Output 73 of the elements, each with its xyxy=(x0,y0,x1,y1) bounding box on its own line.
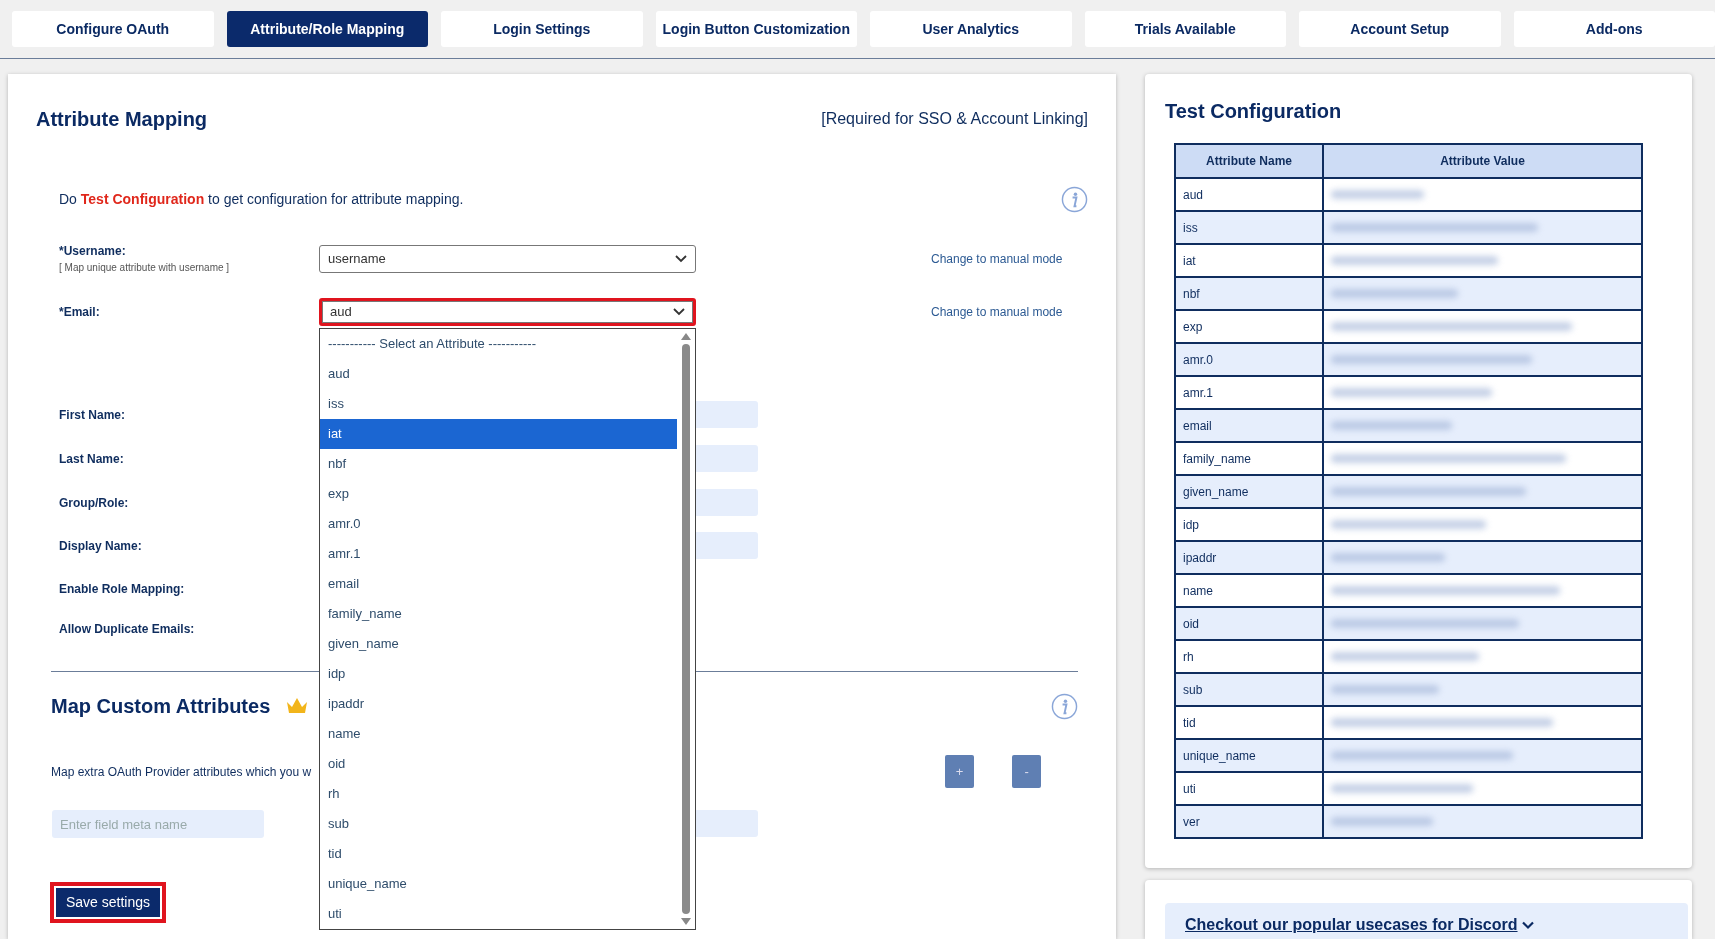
table-cell: iss xyxy=(1175,211,1323,244)
dropdown-option[interactable]: ipaddr xyxy=(320,689,677,719)
dropdown-option[interactable]: amr.1 xyxy=(320,539,677,569)
table-cell: given_name xyxy=(1175,475,1323,508)
manual-mode-link[interactable]: Change to manual mode xyxy=(759,305,1063,319)
dropdown-option[interactable]: rh xyxy=(320,779,677,809)
chevron-down-icon[interactable] xyxy=(1522,921,1534,931)
dropdown-option[interactable]: exp xyxy=(320,479,677,509)
field-label: *Email: xyxy=(59,304,101,321)
dropdown-option[interactable]: name xyxy=(320,719,677,749)
dropdown-option[interactable]: tid xyxy=(320,839,677,869)
table-cell: oid xyxy=(1175,607,1323,640)
input-field[interactable] xyxy=(694,810,758,837)
tab[interactable]: User Analytics xyxy=(870,11,1072,47)
dropdown-option[interactable]: family_name xyxy=(320,599,677,629)
save-button[interactable]: Save settings xyxy=(50,882,167,923)
tab[interactable]: Trials Available xyxy=(1084,11,1286,47)
dropdown-option[interactable]: unique_name xyxy=(320,869,677,899)
dropdown-option[interactable]: idp xyxy=(320,659,677,689)
chevron-down-icon xyxy=(675,254,687,263)
dropdown-option[interactable]: amr.0 xyxy=(320,509,677,539)
tab[interactable]: Login Button Customization xyxy=(655,11,857,47)
usecases-link[interactable]: Checkout our popular usecases for Discord xyxy=(1185,916,1518,933)
table-cell: ver xyxy=(1175,805,1323,838)
tab[interactable]: Login Settings xyxy=(441,11,643,47)
tab[interactable]: Attribute/Role Mapping xyxy=(226,11,428,47)
select-field[interactable]: aud xyxy=(319,298,696,326)
hint-text: Do Test Configuration to get configuration for attribute mapping. xyxy=(59,189,464,209)
dropdown-option[interactable]: uti xyxy=(320,899,677,929)
column-header: Attribute Value xyxy=(1323,144,1642,178)
dropdown-option[interactable]: iss xyxy=(320,389,677,419)
table-cell: ipaddr xyxy=(1175,541,1323,574)
column-header: Attribute Name xyxy=(1175,144,1323,178)
table-cell: email xyxy=(1175,409,1323,442)
dropdown-option[interactable]: aud xyxy=(320,359,677,389)
manual-mode-link[interactable]: Change to manual mode xyxy=(759,251,1063,266)
tab[interactable]: Account Setup xyxy=(1299,11,1501,47)
field-label: Last Name: xyxy=(59,450,125,468)
field-label: Allow Duplicate Emails: xyxy=(59,621,196,638)
chevron-down-icon xyxy=(673,308,685,316)
dropdown-option[interactable]: sub xyxy=(320,809,677,839)
section-title: Test Configuration xyxy=(1164,99,1343,124)
dropdown-option[interactable]: nbf xyxy=(320,449,677,479)
requirement-note: [Required for SSO & Account Linking] xyxy=(821,109,1088,129)
section-title: Attribute Mapping xyxy=(36,107,208,132)
field-label: Enable Role Mapping: xyxy=(59,581,186,598)
dropdown-option[interactable]: email xyxy=(320,569,677,599)
field-hint: [ Map unique attribute with username ] xyxy=(59,261,231,275)
field-label: First Name: xyxy=(59,406,127,424)
meta-name-field[interactable]: Enter field meta name xyxy=(52,810,264,838)
scroll-down-icon[interactable] xyxy=(680,918,692,926)
scrollbar-thumb[interactable] xyxy=(682,344,690,914)
section-title: Map Custom Attributes xyxy=(51,694,271,719)
table-cell: unique_name xyxy=(1175,739,1323,772)
dropdown-option[interactable]: iat xyxy=(320,419,677,449)
info-icon[interactable] xyxy=(1051,692,1078,720)
select-field[interactable]: username xyxy=(319,244,696,273)
table-cell: nbf xyxy=(1175,277,1323,310)
description-text: Map extra OAuth Provider attributes which you w xyxy=(51,763,312,781)
table-cell: sub xyxy=(1175,673,1323,706)
tab[interactable]: Configure OAuth xyxy=(12,11,214,47)
tab[interactable]: Add-ons xyxy=(1513,11,1715,47)
field-label: Group/Role: xyxy=(59,494,130,512)
info-icon[interactable] xyxy=(1061,185,1088,213)
table-cell: amr.0 xyxy=(1175,343,1323,376)
field-label: Display Name: xyxy=(59,537,143,555)
scroll-up-icon[interactable] xyxy=(680,332,692,340)
field-label: *Username: xyxy=(59,243,127,260)
dropdown-option[interactable]: given_name xyxy=(320,629,677,659)
crown-icon xyxy=(286,697,309,715)
dropdown-option[interactable]: ----------- Select an Attribute ----------- xyxy=(320,329,677,359)
dropdown-option[interactable]: oid xyxy=(320,749,677,779)
test-configuration-link[interactable]: Test Configuration xyxy=(80,190,205,207)
